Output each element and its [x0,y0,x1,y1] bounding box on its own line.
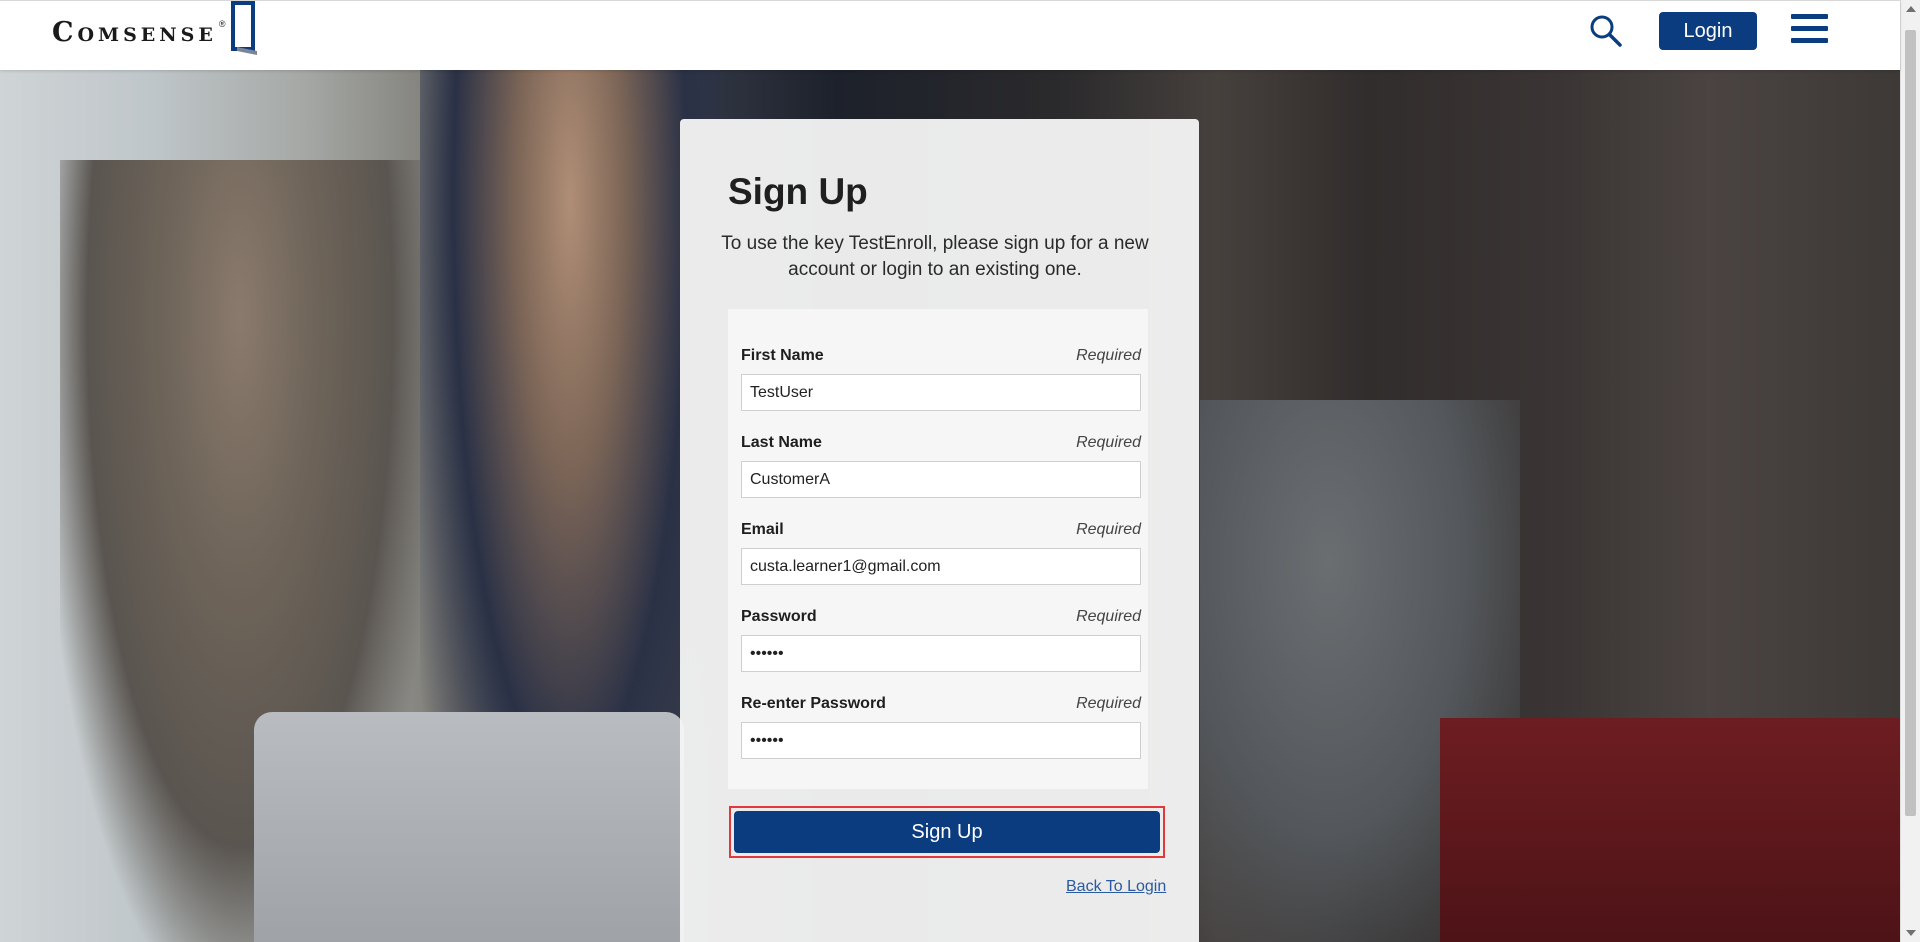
red-furniture [1440,718,1900,942]
signup-description: To use the key TestEnroll, please sign u… [721,233,1149,280]
scroll-up-arrow-icon[interactable] [1906,6,1916,12]
required-indicator: Required [1076,695,1141,712]
password-input[interactable] [741,635,1141,672]
signup-card: Sign Up To use the key TestEnroll, pleas… [680,119,1199,942]
logo-text: Comsense [52,17,217,48]
required-indicator: Required [1076,608,1141,625]
email-label: Email [741,521,784,538]
header-login-button[interactable]: Login [1659,12,1757,50]
reenter-password-field: Re-enter Password Required [741,695,1141,759]
first-name-label: First Name [741,347,824,364]
laptop [254,712,684,942]
scroll-down-arrow-icon[interactable] [1906,930,1916,936]
search-icon[interactable] [1588,13,1624,49]
door-logo-icon [230,1,257,55]
hamburger-menu-icon[interactable] [1791,14,1828,46]
scrollbar-thumb[interactable] [1905,30,1916,816]
required-indicator: Required [1076,347,1141,364]
password-label: Password [741,608,817,625]
comsense-logo[interactable]: Comsense ® [52,1,260,71]
password-field: Password Required [741,608,1141,672]
signup-title: Sign Up [728,171,868,212]
back-to-login-link[interactable]: Back To Login [1066,878,1166,896]
site-header: Comsense ® Login [0,0,1900,70]
required-indicator: Required [1076,434,1141,451]
last-name-field: Last Name Required [741,434,1141,498]
registered-mark: ® [218,19,226,29]
reenter-password-input[interactable] [741,722,1141,759]
required-indicator: Required [1076,521,1141,538]
reenter-password-label: Re-enter Password [741,695,886,712]
first-name-field: First Name Required [741,347,1141,411]
email-field: Email Required [741,521,1141,585]
last-name-label: Last Name [741,434,822,451]
first-name-input[interactable] [741,374,1141,411]
vertical-scrollbar[interactable] [1900,0,1920,942]
page: Comsense ® Login Sign Up To use the key … [0,0,1920,942]
signup-button-highlight: Sign Up [729,806,1165,858]
email-input[interactable] [741,548,1141,585]
last-name-input[interactable] [741,461,1141,498]
signup-submit-button[interactable]: Sign Up [734,811,1160,853]
